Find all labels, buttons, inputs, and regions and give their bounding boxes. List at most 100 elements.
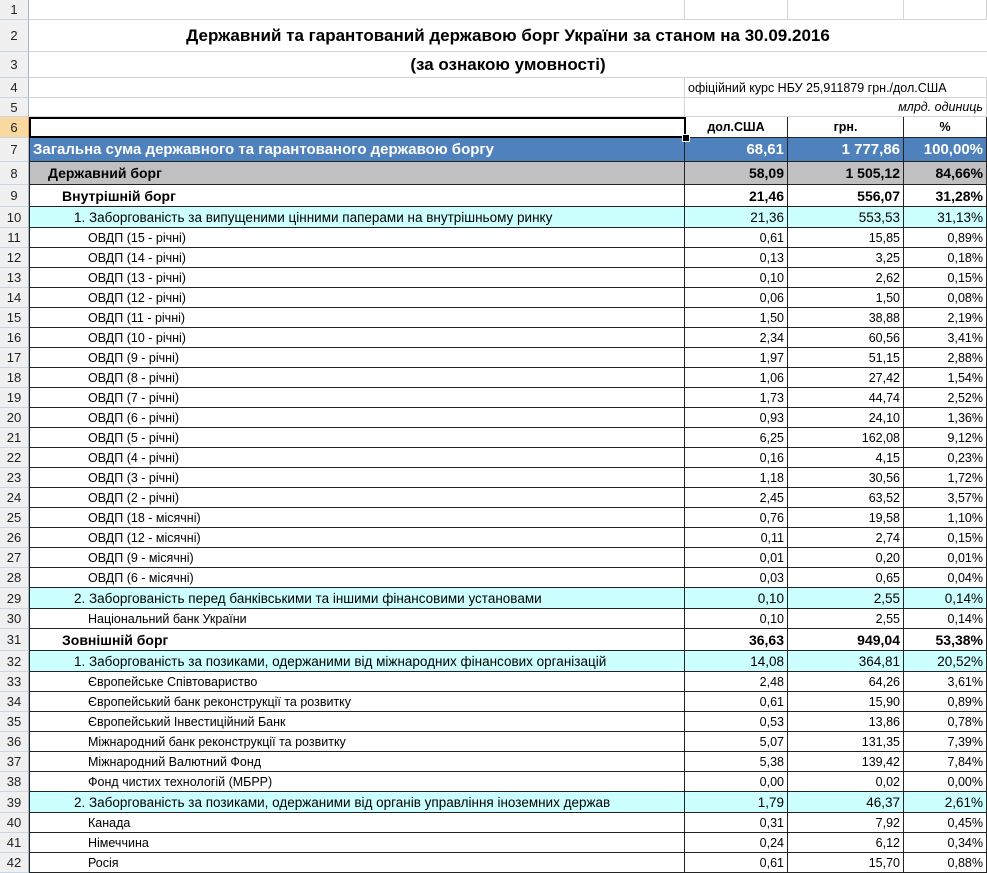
value-pct[interactable]: 0,78% [904,712,987,732]
value-uah[interactable]: 0,65 [788,568,904,588]
value-pct[interactable]: 0,01% [904,548,987,568]
row-label[interactable]: ОВДП (9 - місячні) [29,548,685,568]
value-pct[interactable]: 2,88% [904,348,987,368]
value-usd[interactable]: 1,97 [685,348,788,368]
value-usd[interactable]: 2,45 [685,488,788,508]
value-usd[interactable]: 0,03 [685,568,788,588]
row-header[interactable]: 15 [0,308,29,328]
row-label[interactable]: Національний банк України [29,609,685,629]
value-uah[interactable]: 2,74 [788,528,904,548]
value-pct[interactable]: 0,08% [904,288,987,308]
value-uah[interactable]: 949,04 [788,629,904,651]
cell[interactable] [29,78,685,98]
value-usd[interactable]: 21,36 [685,207,788,228]
value-pct[interactable]: 0,45% [904,813,987,833]
row-label[interactable]: Європейський Інвестиційний Банк [29,712,685,732]
value-usd[interactable]: 68,61 [685,138,788,162]
row-label[interactable]: ОВДП (12 - річні) [29,288,685,308]
value-pct[interactable]: 9,12% [904,428,987,448]
value-pct[interactable]: 0,04% [904,568,987,588]
value-uah[interactable]: 15,85 [788,228,904,248]
row-label[interactable]: ОВДП (4 - річні) [29,448,685,468]
value-uah[interactable]: 2,55 [788,588,904,609]
row-label[interactable]: 2. Заборгованість за позиками, одержаним… [29,792,685,813]
row-label[interactable]: Внутрішній борг [29,185,685,207]
row-label[interactable]: ОВДП (2 - річні) [29,488,685,508]
row-header[interactable]: 38 [0,772,29,792]
row-label[interactable]: 2. Заборгованість перед банківськими та … [29,588,685,609]
value-pct[interactable]: 0,89% [904,692,987,712]
row-label[interactable]: Міжнародний банк реконструкції та розвит… [29,732,685,752]
row-label[interactable]: ОВДП (10 - річні) [29,328,685,348]
value-pct[interactable]: 2,61% [904,792,987,813]
value-pct[interactable]: 1,10% [904,508,987,528]
row-header[interactable]: 14 [0,288,29,308]
row-header[interactable]: 7 [0,138,29,162]
value-usd[interactable]: 0,31 [685,813,788,833]
value-usd[interactable]: 0,61 [685,853,788,873]
value-uah[interactable]: 27,42 [788,368,904,388]
value-usd[interactable]: 0,01 [685,548,788,568]
cell[interactable] [29,117,685,138]
value-uah[interactable]: 6,12 [788,833,904,853]
value-uah[interactable]: 139,42 [788,752,904,772]
row-header[interactable]: 40 [0,813,29,833]
row-label[interactable]: Німеччина [29,833,685,853]
row-label[interactable]: ОВДП (14 - річні) [29,248,685,268]
value-pct[interactable]: 53,38% [904,629,987,651]
value-uah[interactable]: 51,15 [788,348,904,368]
value-usd[interactable]: 2,34 [685,328,788,348]
value-pct[interactable]: 84,66% [904,162,987,185]
units-note[interactable]: млрд. одиниць [685,98,987,117]
value-usd[interactable]: 0,10 [685,588,788,609]
row-label[interactable]: ОВДП (5 - річні) [29,428,685,448]
cell[interactable] [788,0,904,20]
value-uah[interactable]: 64,26 [788,672,904,692]
value-usd[interactable]: 1,50 [685,308,788,328]
value-uah[interactable]: 131,35 [788,732,904,752]
row-header[interactable]: 29 [0,588,29,609]
value-pct[interactable]: 1,54% [904,368,987,388]
value-uah[interactable]: 1 505,12 [788,162,904,185]
row-label[interactable]: Європейський банк реконструкції та розви… [29,692,685,712]
value-usd[interactable]: 1,18 [685,468,788,488]
row-header[interactable]: 39 [0,792,29,813]
row-label[interactable]: Загальна сума державного та гарантованог… [29,138,685,162]
value-uah[interactable]: 364,81 [788,651,904,672]
row-header[interactable]: 31 [0,629,29,651]
value-pct[interactable]: 0,14% [904,588,987,609]
value-usd[interactable]: 2,48 [685,672,788,692]
row-label[interactable]: ОВДП (3 - річні) [29,468,685,488]
value-pct[interactable]: 2,52% [904,388,987,408]
value-pct[interactable]: 0,14% [904,609,987,629]
page-title[interactable]: Державний та гарантований державою борг … [29,20,987,52]
value-usd[interactable]: 21,46 [685,185,788,207]
value-uah[interactable]: 2,62 [788,268,904,288]
row-header[interactable]: 35 [0,712,29,732]
column-header-uah[interactable]: грн. [788,117,904,138]
value-usd[interactable]: 0,11 [685,528,788,548]
page-subtitle[interactable]: (за ознакою умовності) [29,52,987,78]
value-usd[interactable]: 0,10 [685,609,788,629]
fill-handle[interactable] [682,134,690,142]
row-header[interactable]: 20 [0,408,29,428]
row-label[interactable]: Фонд чистих технологій (МБРР) [29,772,685,792]
value-uah[interactable]: 7,92 [788,813,904,833]
row-header[interactable]: 18 [0,368,29,388]
row-header[interactable]: 42 [0,853,29,873]
value-usd[interactable]: 1,06 [685,368,788,388]
row-header[interactable]: 22 [0,448,29,468]
row-header[interactable]: 25 [0,508,29,528]
row-header[interactable]: 9 [0,185,29,207]
value-uah[interactable]: 30,56 [788,468,904,488]
value-usd[interactable]: 0,00 [685,772,788,792]
cell[interactable] [904,0,987,20]
value-pct[interactable]: 0,15% [904,528,987,548]
row-header[interactable]: 5 [0,98,29,117]
value-uah[interactable]: 556,07 [788,185,904,207]
value-pct[interactable]: 7,84% [904,752,987,772]
row-header[interactable]: 2 [0,20,29,52]
row-header[interactable]: 32 [0,651,29,672]
value-pct[interactable]: 0,18% [904,248,987,268]
row-header[interactable]: 33 [0,672,29,692]
